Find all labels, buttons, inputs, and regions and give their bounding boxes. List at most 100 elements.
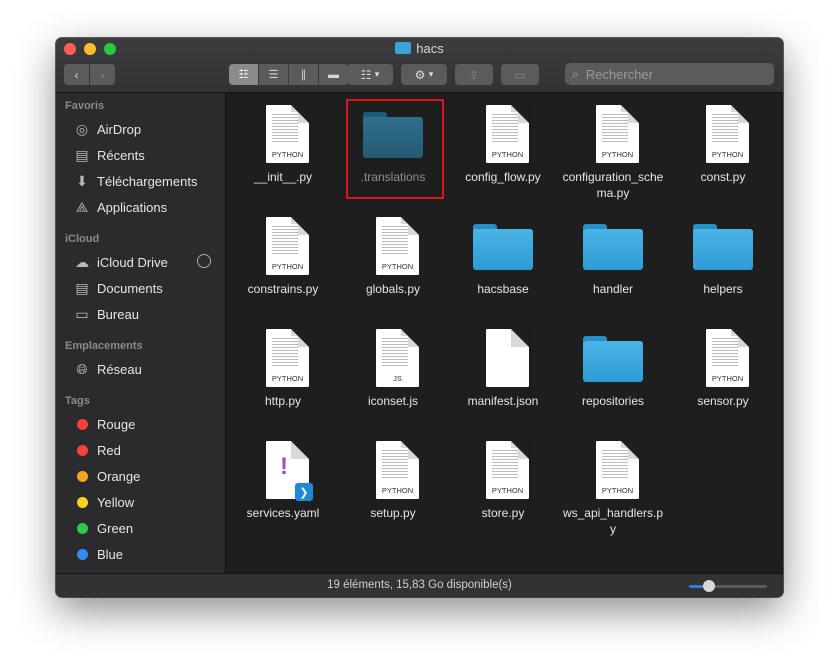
file-name: globals.py (365, 282, 421, 296)
vscode-icon: ❯ (295, 483, 313, 501)
file-item[interactable]: PYTHON configuration_schema.py (560, 97, 666, 207)
file-name: config_flow.py (465, 170, 541, 184)
folder-icon (473, 217, 533, 277)
file-item[interactable]: PYTHON ws_api_handlers.py (560, 433, 666, 543)
tag-dot-icon (72, 522, 92, 534)
python-file-icon: PYTHON (473, 105, 533, 165)
sidebar-item-label: Blue (97, 546, 124, 562)
python-file-icon: PYTHON (473, 441, 533, 501)
sidebar-item-downloads[interactable]: ⬇ Téléchargements (56, 169, 225, 193)
file-item[interactable]: repositories (560, 321, 666, 431)
sidebar-item-network[interactable]: 🌐︎ Réseau (56, 357, 225, 381)
group-by-button[interactable]: ☷ ▾ (347, 64, 393, 85)
sync-progress-icon (197, 254, 211, 268)
network-icon: 🌐︎ (76, 360, 88, 377)
file-grid: PYTHON __init__.py .translations PYTHON … (226, 93, 783, 573)
sidebar-section-tags: Tags (65, 395, 90, 407)
share-button[interactable]: ⇪ (455, 64, 493, 85)
file-name: configuration_schema.py (562, 170, 664, 200)
sidebar-item-label: Documents (97, 280, 163, 296)
chevron-right-icon: › (100, 67, 105, 82)
file-item[interactable]: handler (560, 209, 666, 319)
file-item[interactable]: PYTHON globals.py (340, 209, 446, 319)
file-item[interactable]: PYTHON sensor.py (670, 321, 776, 431)
sidebar-item-label: Red (97, 442, 121, 458)
sidebar-item-icloud-drive[interactable]: ☁ iCloud Drive (56, 250, 225, 274)
file-item[interactable]: PYTHON constrains.py (230, 209, 336, 319)
sidebar-item-desktop[interactable]: ▭ Bureau (56, 302, 225, 326)
sidebar-item-applications[interactable]: ⟁ Applications (56, 195, 225, 219)
file-item[interactable]: PYTHON setup.py (340, 433, 446, 543)
sidebar-section-icloud: iCloud (65, 233, 100, 245)
window-title: hacs (56, 41, 783, 56)
sidebar-item-recents[interactable]: ▤ Récents (56, 143, 225, 167)
sidebar-tag-green[interactable]: Green (56, 516, 225, 540)
sidebar-item-label: Récents (97, 147, 145, 163)
python-file-icon: PYTHON (363, 441, 423, 501)
file-item[interactable]: PYTHON http.py (230, 321, 336, 431)
sidebar-tag-orange[interactable]: Orange (56, 464, 225, 488)
file-item[interactable]: ! ❯ services.yaml (230, 433, 336, 543)
highlight-box (346, 99, 444, 199)
edit-tags-button[interactable]: ▭ (501, 64, 539, 85)
column-view-button[interactable]: ∥ (289, 64, 319, 85)
python-file-icon: PYTHON (583, 441, 643, 501)
file-name: iconset.js (367, 394, 419, 408)
icon-view-button[interactable]: ☷ (229, 64, 259, 85)
file-type-badge: PYTHON (711, 150, 744, 159)
slider-knob[interactable] (702, 580, 715, 592)
sidebar-item-label: Téléchargements (97, 173, 198, 189)
file-item[interactable]: PYTHON __init__.py (230, 97, 336, 207)
icon-size-slider[interactable] (689, 580, 767, 592)
gear-icon: ⚙ (414, 67, 426, 82)
sidebar-item-label: Applications (97, 199, 168, 215)
sidebar: Favoris ◎ AirDrop ▤ Récents ⬇ Téléchargemen… (56, 93, 226, 573)
forward-button[interactable]: › (90, 64, 115, 85)
list-view-button[interactable]: ☰ (259, 64, 289, 85)
chevron-down-icon: ▾ (428, 69, 434, 79)
file-type-badge: PYTHON (601, 150, 634, 159)
file-type-badge: PYTHON (711, 374, 744, 383)
tag-dot-icon (72, 496, 92, 508)
file-item[interactable]: JS iconset.js (340, 321, 446, 431)
tag-dot-icon (72, 548, 92, 560)
tag-dot-icon (72, 418, 92, 430)
search-input[interactable] (583, 65, 768, 83)
sidebar-section-locations: Emplacements (65, 340, 143, 352)
file-item[interactable]: helpers (670, 209, 776, 319)
file-name: __init__.py (253, 170, 313, 184)
file-type-badge: PYTHON (271, 150, 304, 159)
file-item[interactable]: PYTHON const.py (670, 97, 776, 207)
python-file-icon: PYTHON (583, 105, 643, 165)
recents-icon: ▤ (75, 146, 89, 163)
folder-icon (693, 217, 753, 277)
sidebar-tag-rouge[interactable]: Rouge (56, 412, 225, 436)
gallery-icon: ▬ (328, 68, 339, 81)
action-menu-button[interactable]: ⚙ ▾ (401, 64, 447, 85)
sidebar-tag-red[interactable]: Red (56, 438, 225, 462)
cloud-icon: ☁ (75, 253, 89, 270)
file-name: helpers (703, 282, 743, 296)
gallery-view-button[interactable]: ▬ (319, 64, 348, 85)
file-name: services.yaml (246, 506, 320, 520)
sidebar-tag-yellow[interactable]: Yellow (56, 490, 225, 514)
sidebar-item-documents[interactable]: ▤ Documents (56, 276, 225, 300)
view-mode-switcher: ☷ ☰ ∥ ▬ (229, 64, 348, 85)
status-text: 19 éléments, 15,83 Go disponible(s) (327, 579, 512, 591)
file-item[interactable]: manifest.json (450, 321, 556, 431)
back-button[interactable]: ‹ (64, 64, 89, 85)
file-item[interactable]: PYTHON store.py (450, 433, 556, 543)
sidebar-item-label: Réseau (97, 361, 142, 377)
search-field[interactable]: ⌕ (565, 63, 774, 85)
sidebar-item-airdrop[interactable]: ◎ AirDrop (56, 117, 225, 141)
downloads-icon: ⬇ (76, 172, 88, 189)
python-file-icon: PYTHON (363, 217, 423, 277)
file-item[interactable]: hacsbase (450, 209, 556, 319)
python-file-icon: PYTHON (693, 329, 753, 389)
sidebar-item-label: iCloud Drive (97, 254, 168, 270)
document-icon: ▤ (75, 279, 89, 296)
file-item[interactable]: PYTHON config_flow.py (450, 97, 556, 207)
file-name: store.py (481, 506, 525, 520)
file-type-badge: PYTHON (491, 486, 524, 495)
sidebar-tag-blue[interactable]: Blue (56, 542, 225, 566)
